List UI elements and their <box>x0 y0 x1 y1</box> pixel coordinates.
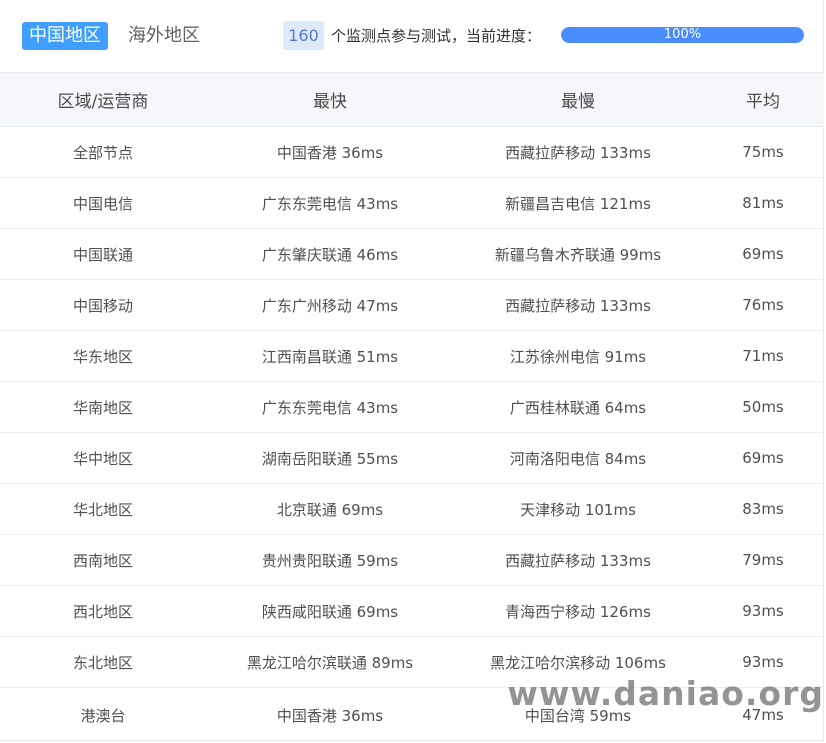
cell-average: 93ms <box>702 636 824 688</box>
table-row: 全部节点 中国香港 36ms 西藏拉萨移动 133ms 75ms <box>0 126 824 178</box>
cell-region: 华中地区 <box>0 432 206 484</box>
cell-average: 47ms <box>742 706 784 724</box>
cell-region: 东北地区 <box>0 636 206 688</box>
cell-average: 69ms <box>702 228 824 280</box>
cell-fastest: 湖南岳阳联通 55ms <box>206 432 454 484</box>
cell-average: 83ms <box>702 483 824 535</box>
cell-slowest: 中国台湾 59ms <box>524 706 632 725</box>
cell-fastest: 黑龙江哈尔滨联通 89ms <box>206 636 454 688</box>
header-fastest: 最快 <box>206 73 454 127</box>
speed-test-panel: 中国地区 海外地区 160 个监测点参与测试，当前进度： 100% 区域/运营商… <box>0 0 824 741</box>
table-row: 西北地区 陕西咸阳联通 69ms 青海西宁移动 126ms 93ms <box>0 585 824 637</box>
table-row: 中国移动 广东广州移动 47ms 西藏拉萨移动 133ms 76ms <box>0 279 824 331</box>
cell-slowest: 江苏徐州电信 91ms <box>454 330 702 382</box>
progress-caption: 个监测点参与测试，当前进度： <box>331 27 542 45</box>
tab-overseas[interactable]: 海外地区 <box>128 22 200 50</box>
cell-region: 港澳台 <box>80 706 126 725</box>
table-row: 港澳台 中国香港 36ms 中国台湾 59ms 47ms <box>0 688 824 743</box>
table-body: 全部节点 中国香港 36ms 西藏拉萨移动 133ms 75ms 中国电信 广东东莞电信 … <box>0 126 824 743</box>
cell-fastest: 广东东莞电信 43ms <box>206 381 454 433</box>
cell-slowest: 西藏拉萨移动 133ms <box>454 126 702 178</box>
cell-region: 西北地区 <box>0 585 206 637</box>
cell-slowest: 新疆乌鲁木齐联通 99ms <box>454 228 702 280</box>
cell-fastest: 广东东莞电信 43ms <box>206 177 454 229</box>
cell-average: 81ms <box>702 177 824 229</box>
table-row: 华东地区 江西南昌联通 51ms 江苏徐州电信 91ms 71ms <box>0 330 824 382</box>
cell-fastest: 中国香港 36ms <box>206 126 454 178</box>
cell-fastest: 江西南昌联通 51ms <box>206 330 454 382</box>
cell-region: 华南地区 <box>0 381 206 433</box>
table-row: 华南地区 广东东莞电信 43ms 广西桂林联通 64ms 50ms <box>0 381 824 433</box>
cell-region: 全部节点 <box>0 126 206 178</box>
cell-average: 50ms <box>702 381 824 433</box>
table-row: 中国电信 广东东莞电信 43ms 新疆昌吉电信 121ms 81ms <box>0 177 824 229</box>
header-region: 区域/运营商 <box>0 73 206 127</box>
cell-slowest: 西藏拉萨移动 133ms <box>454 279 702 331</box>
header-average: 平均 <box>702 73 824 127</box>
table-row: 华中地区 湖南岳阳联通 55ms 河南洛阳电信 84ms 69ms <box>0 432 824 484</box>
cell-average: 76ms <box>702 279 824 331</box>
header-slowest: 最慢 <box>454 73 702 127</box>
tab-china[interactable]: 中国地区 <box>22 22 108 50</box>
region-toolbar: 中国地区 海外地区 160 个监测点参与测试，当前进度： 100% <box>0 0 823 73</box>
cell-region: 华东地区 <box>0 330 206 382</box>
cell-region: 华北地区 <box>0 483 206 535</box>
table-header: 区域/运营商 最快 最慢 平均 <box>0 73 824 127</box>
cell-average: 71ms <box>702 330 824 382</box>
cell-fastest: 北京联通 69ms <box>206 483 454 535</box>
cell-slowest: 天津移动 101ms <box>454 483 702 535</box>
cell-slowest: 广西桂林联通 64ms <box>454 381 702 433</box>
cell-average: 93ms <box>702 585 824 637</box>
cell-fastest: 陕西咸阳联通 69ms <box>206 585 454 637</box>
cell-slowest: 河南洛阳电信 84ms <box>454 432 702 484</box>
cell-slowest: 青海西宁移动 126ms <box>454 585 702 637</box>
table-row: 西南地区 贵州贵阳联通 59ms 西藏拉萨移动 133ms 79ms <box>0 534 824 586</box>
cell-fastest: 广东广州移动 47ms <box>206 279 454 331</box>
progress-bar: 100% <box>561 27 804 43</box>
table-row: 华北地区 北京联通 69ms 天津移动 101ms 83ms <box>0 483 824 535</box>
cell-slowest: 新疆昌吉电信 121ms <box>454 177 702 229</box>
cell-average: 79ms <box>702 534 824 586</box>
cell-region: 中国联通 <box>0 228 206 280</box>
cell-region: 西南地区 <box>0 534 206 586</box>
table-row: 东北地区 黑龙江哈尔滨联通 89ms 黑龙江哈尔滨移动 106ms 93ms <box>0 636 824 688</box>
cell-region: 中国移动 <box>0 279 206 331</box>
cell-fastest: 广东肇庆联通 46ms <box>206 228 454 280</box>
cell-slowest: 西藏拉萨移动 133ms <box>454 534 702 586</box>
latency-table: 区域/运营商 最快 最慢 平均 全部节点 中国香港 36ms 西藏拉萨移动 133m… <box>0 73 824 742</box>
monitor-count-badge: 160 <box>283 21 324 50</box>
cell-average: 69ms <box>702 432 824 484</box>
cell-region: 中国电信 <box>0 177 206 229</box>
progress-percent: 100% <box>663 27 702 42</box>
cell-fastest: 中国香港 36ms <box>276 706 384 725</box>
cell-slowest: 黑龙江哈尔滨移动 106ms <box>454 636 702 688</box>
cell-average: 75ms <box>702 126 824 178</box>
cell-fastest: 贵州贵阳联通 59ms <box>206 534 454 586</box>
table-row: 中国联通 广东肇庆联通 46ms 新疆乌鲁木齐联通 99ms 69ms <box>0 228 824 280</box>
